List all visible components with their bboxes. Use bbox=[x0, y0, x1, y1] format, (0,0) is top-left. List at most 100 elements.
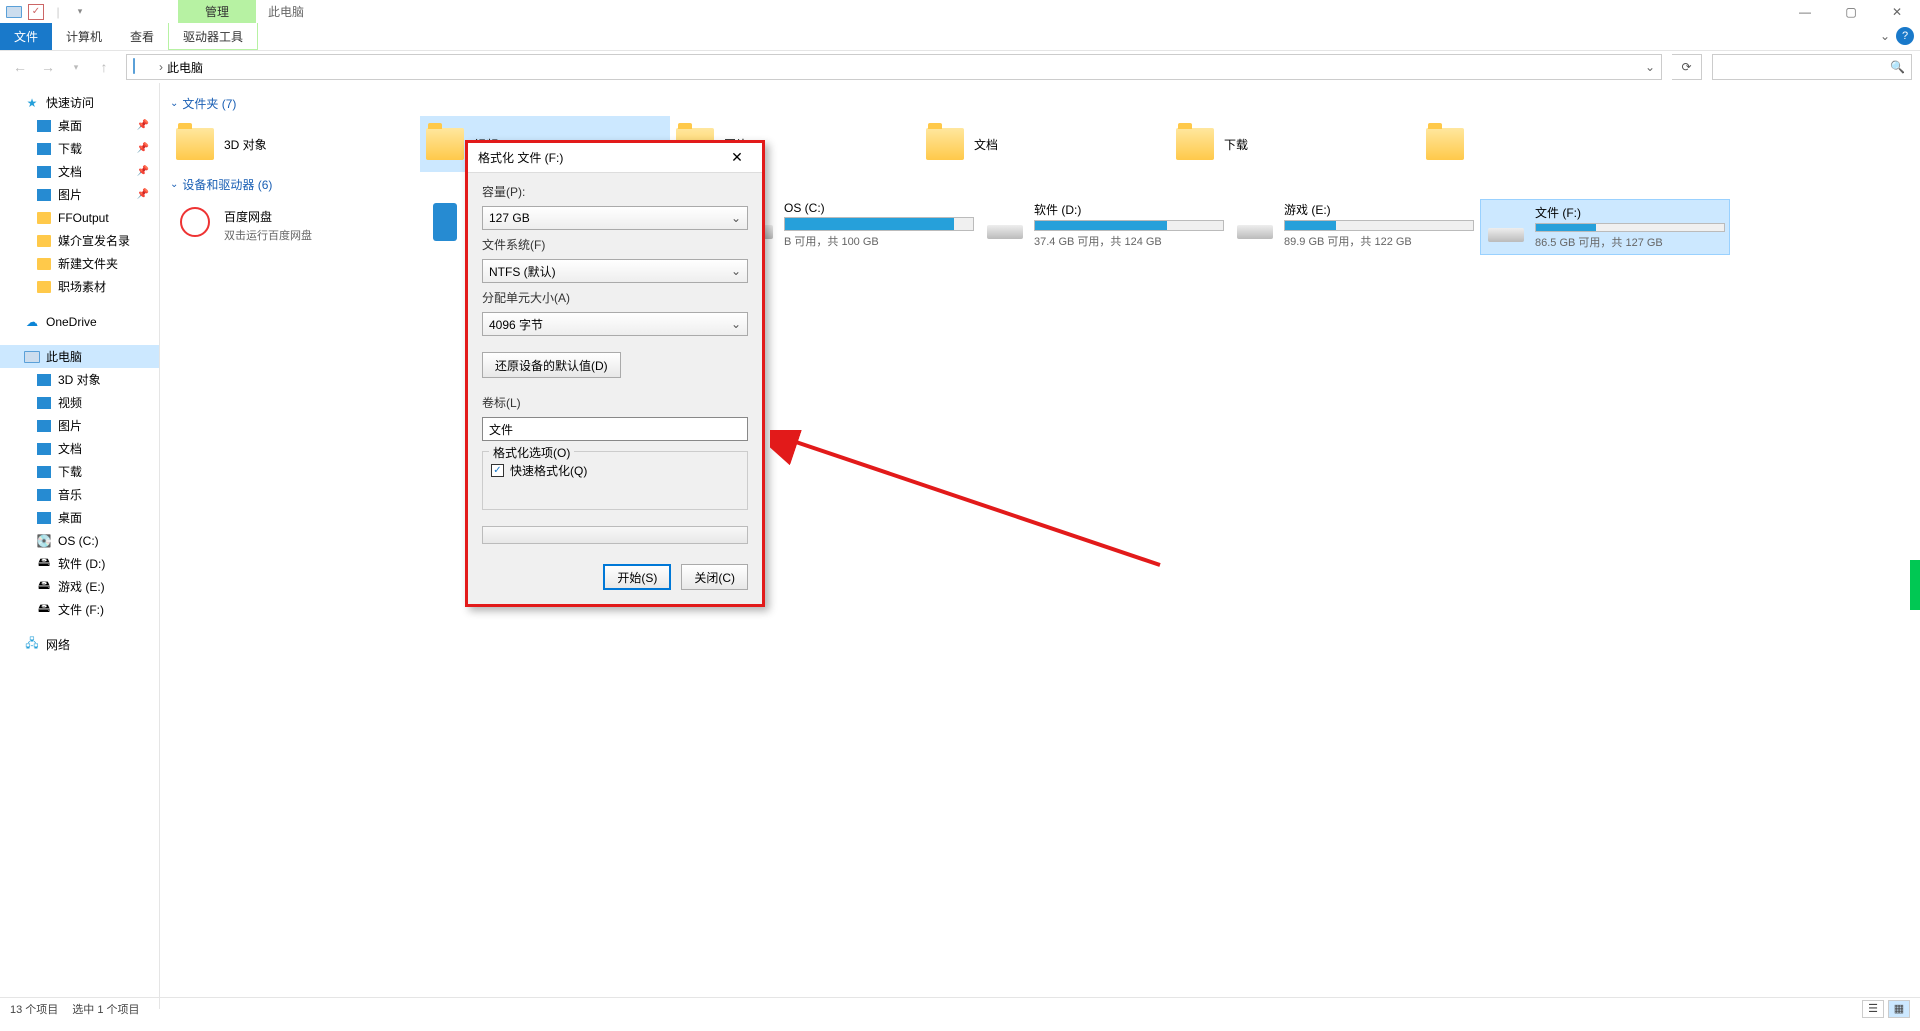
sidebar-quick-access[interactable]: ★快速访问 bbox=[0, 91, 159, 114]
content-pane: ⌄文件夹 (7) 3D 对象 视频 图片 文档 下载 ⌄设备和驱动器 (6) 百… bbox=[160, 83, 1920, 1009]
breadcrumb-sep: › bbox=[159, 60, 163, 74]
sidebar-pictures[interactable]: 图片📌 bbox=[0, 183, 159, 206]
sidebar-drive-c[interactable]: 💽OS (C:) bbox=[0, 529, 159, 552]
download-icon bbox=[36, 464, 52, 480]
folder-icon bbox=[36, 210, 52, 226]
drive-c[interactable]: OS (C:)B 可用，共 100 GB bbox=[730, 197, 980, 253]
help-icon[interactable]: ? bbox=[1896, 27, 1914, 45]
allocation-select[interactable]: 4096 字节⌄ bbox=[482, 312, 748, 336]
group-folders-header[interactable]: ⌄文件夹 (7) bbox=[160, 91, 1920, 116]
documents-icon bbox=[36, 164, 52, 180]
search-box[interactable]: 🔍 bbox=[1712, 54, 1912, 80]
sidebar-pictures2[interactable]: 图片 bbox=[0, 414, 159, 437]
quick-format-checkbox[interactable]: ✓ 快速格式化(Q) bbox=[491, 462, 739, 479]
tab-computer[interactable]: 计算机 bbox=[52, 23, 116, 50]
sidebar-music[interactable]: 音乐 bbox=[0, 483, 159, 506]
back-button[interactable]: ← bbox=[8, 55, 32, 79]
qat-dropdown-icon[interactable]: ▾ bbox=[72, 4, 88, 20]
folder-documents[interactable]: 文档 bbox=[920, 116, 1170, 172]
music-folder-icon bbox=[1424, 123, 1466, 165]
format-options-group: 格式化选项(O) ✓ 快速格式化(Q) bbox=[482, 451, 748, 510]
tiles-view-button[interactable]: ▦ bbox=[1888, 1000, 1910, 1018]
recent-dropdown[interactable]: ▾ bbox=[64, 55, 88, 79]
view-buttons: ☰ ▦ bbox=[1862, 1000, 1910, 1018]
music-icon bbox=[36, 487, 52, 503]
allocation-label: 分配单元大小(A) bbox=[482, 289, 748, 306]
breadcrumb-location[interactable]: 此电脑 bbox=[167, 59, 203, 76]
sidebar-documents2[interactable]: 文档 bbox=[0, 437, 159, 460]
tab-view[interactable]: 查看 bbox=[116, 23, 168, 50]
drive-d[interactable]: 软件 (D:)37.4 GB 可用，共 124 GB bbox=[980, 197, 1230, 253]
group-devices-header[interactable]: ⌄设备和驱动器 (6) bbox=[160, 172, 1920, 197]
folder-icon bbox=[36, 233, 52, 249]
sidebar-documents[interactable]: 文档📌 bbox=[0, 160, 159, 183]
sidebar-desktop[interactable]: 桌面📌 bbox=[0, 114, 159, 137]
sidebar-3dobjects[interactable]: 3D 对象 bbox=[0, 368, 159, 391]
tab-file[interactable]: 文件 bbox=[0, 23, 52, 50]
usage-bar bbox=[784, 217, 974, 231]
address-dropdown-icon[interactable]: ⌄ bbox=[1645, 60, 1655, 74]
drives-grid: 百度网盘双击运行百度网盘 OS (C:)B 可用，共 100 GB 软件 (D:… bbox=[160, 197, 1920, 255]
pictures-icon bbox=[36, 187, 52, 203]
sidebar-downloads[interactable]: 下载📌 bbox=[0, 137, 159, 160]
close-dialog-button[interactable]: 关闭(C) bbox=[681, 564, 748, 590]
sidebar-drive-f[interactable]: 🖴文件 (F:) bbox=[0, 598, 159, 621]
sidebar-jobmaterial[interactable]: 职场素材 bbox=[0, 275, 159, 298]
desktop-icon bbox=[36, 510, 52, 526]
folders-grid: 3D 对象 视频 图片 文档 下载 bbox=[160, 116, 1920, 172]
restore-defaults-button[interactable]: 还原设备的默认值(D) bbox=[482, 352, 621, 378]
filesystem-label: 文件系统(F) bbox=[482, 236, 748, 253]
checkbox-icon: ✓ bbox=[491, 464, 504, 477]
sidebar-onedrive[interactable]: ☁OneDrive bbox=[0, 310, 159, 333]
address-bar[interactable]: › 此电脑 ⌄ bbox=[126, 54, 1662, 80]
tab-drive-tools[interactable]: 驱动器工具 bbox=[168, 23, 258, 50]
folder-downloads[interactable]: 下载 bbox=[1170, 116, 1420, 172]
filesystem-select[interactable]: NTFS (默认)⌄ bbox=[482, 259, 748, 283]
pin-icon: 📌 bbox=[137, 120, 149, 131]
drive-baidu[interactable]: 百度网盘双击运行百度网盘 bbox=[170, 197, 420, 253]
sidebar-thispc[interactable]: 此电脑 bbox=[0, 345, 159, 368]
usage-bar bbox=[1034, 220, 1224, 231]
sidebar-drive-d[interactable]: 🖴软件 (D:) bbox=[0, 552, 159, 575]
dialog-title: 格式化 文件 (F:) bbox=[478, 149, 563, 166]
dialog-footer: 开始(S) 关闭(C) bbox=[468, 554, 762, 604]
drive-e[interactable]: 游戏 (E:)89.9 GB 可用，共 122 GB bbox=[1230, 197, 1480, 253]
sidebar-drive-e[interactable]: 🖴游戏 (E:) bbox=[0, 575, 159, 598]
capacity-select[interactable]: 127 GB⌄ bbox=[482, 206, 748, 230]
maximize-button[interactable]: ▢ bbox=[1828, 0, 1874, 23]
ribbon-collapse-icon[interactable]: ⌄ bbox=[1880, 29, 1890, 43]
documents-folder-icon bbox=[924, 123, 966, 165]
scroll-indicator[interactable] bbox=[1910, 560, 1920, 610]
minimize-button[interactable]: — bbox=[1782, 0, 1828, 23]
title-bar: ✓ | ▾ 管理 此电脑 — ▢ ✕ bbox=[0, 0, 1920, 23]
qat-checkbox-icon[interactable]: ✓ bbox=[28, 4, 44, 20]
sidebar-newfolder[interactable]: 新建文件夹 bbox=[0, 252, 159, 275]
close-button[interactable]: ✕ bbox=[1874, 0, 1920, 23]
up-button[interactable]: ↑ bbox=[92, 55, 116, 79]
sidebar-downloads2[interactable]: 下载 bbox=[0, 460, 159, 483]
sidebar-desktop2[interactable]: 桌面 bbox=[0, 506, 159, 529]
sidebar-network[interactable]: 🖧网络 bbox=[0, 633, 159, 656]
details-view-button[interactable]: ☰ bbox=[1862, 1000, 1884, 1018]
folder-3dobjects[interactable]: 3D 对象 bbox=[170, 116, 420, 172]
pin-icon: 📌 bbox=[137, 166, 149, 177]
contextual-tab-manage[interactable]: 管理 bbox=[178, 0, 256, 23]
dialog-titlebar[interactable]: 格式化 文件 (F:) ✕ bbox=[468, 143, 762, 173]
forward-button[interactable]: → bbox=[36, 55, 60, 79]
volume-label-input[interactable]: 文件 bbox=[482, 417, 748, 441]
drive-f[interactable]: 文件 (F:)86.5 GB 可用，共 127 GB bbox=[1480, 199, 1730, 255]
drive-icon bbox=[1234, 201, 1276, 243]
pc-icon bbox=[133, 59, 149, 75]
format-dialog: 格式化 文件 (F:) ✕ 容量(P): 127 GB⌄ 文件系统(F) NTF… bbox=[465, 140, 765, 607]
status-selected: 选中 1 个项目 bbox=[72, 1001, 139, 1017]
sidebar-ffoutput[interactable]: FFOutput bbox=[0, 206, 159, 229]
folder-music[interactable] bbox=[1420, 116, 1670, 172]
start-button[interactable]: 开始(S) bbox=[603, 564, 671, 590]
sidebar-videos[interactable]: 视频 bbox=[0, 391, 159, 414]
refresh-button[interactable]: ⟳ bbox=[1672, 54, 1702, 80]
sidebar-media[interactable]: 媒介宣发名录 bbox=[0, 229, 159, 252]
desktop-icon bbox=[36, 118, 52, 134]
dialog-close-button[interactable]: ✕ bbox=[722, 149, 752, 166]
download-folder-icon bbox=[1174, 123, 1216, 165]
drive-icon: 💽 bbox=[36, 533, 52, 549]
